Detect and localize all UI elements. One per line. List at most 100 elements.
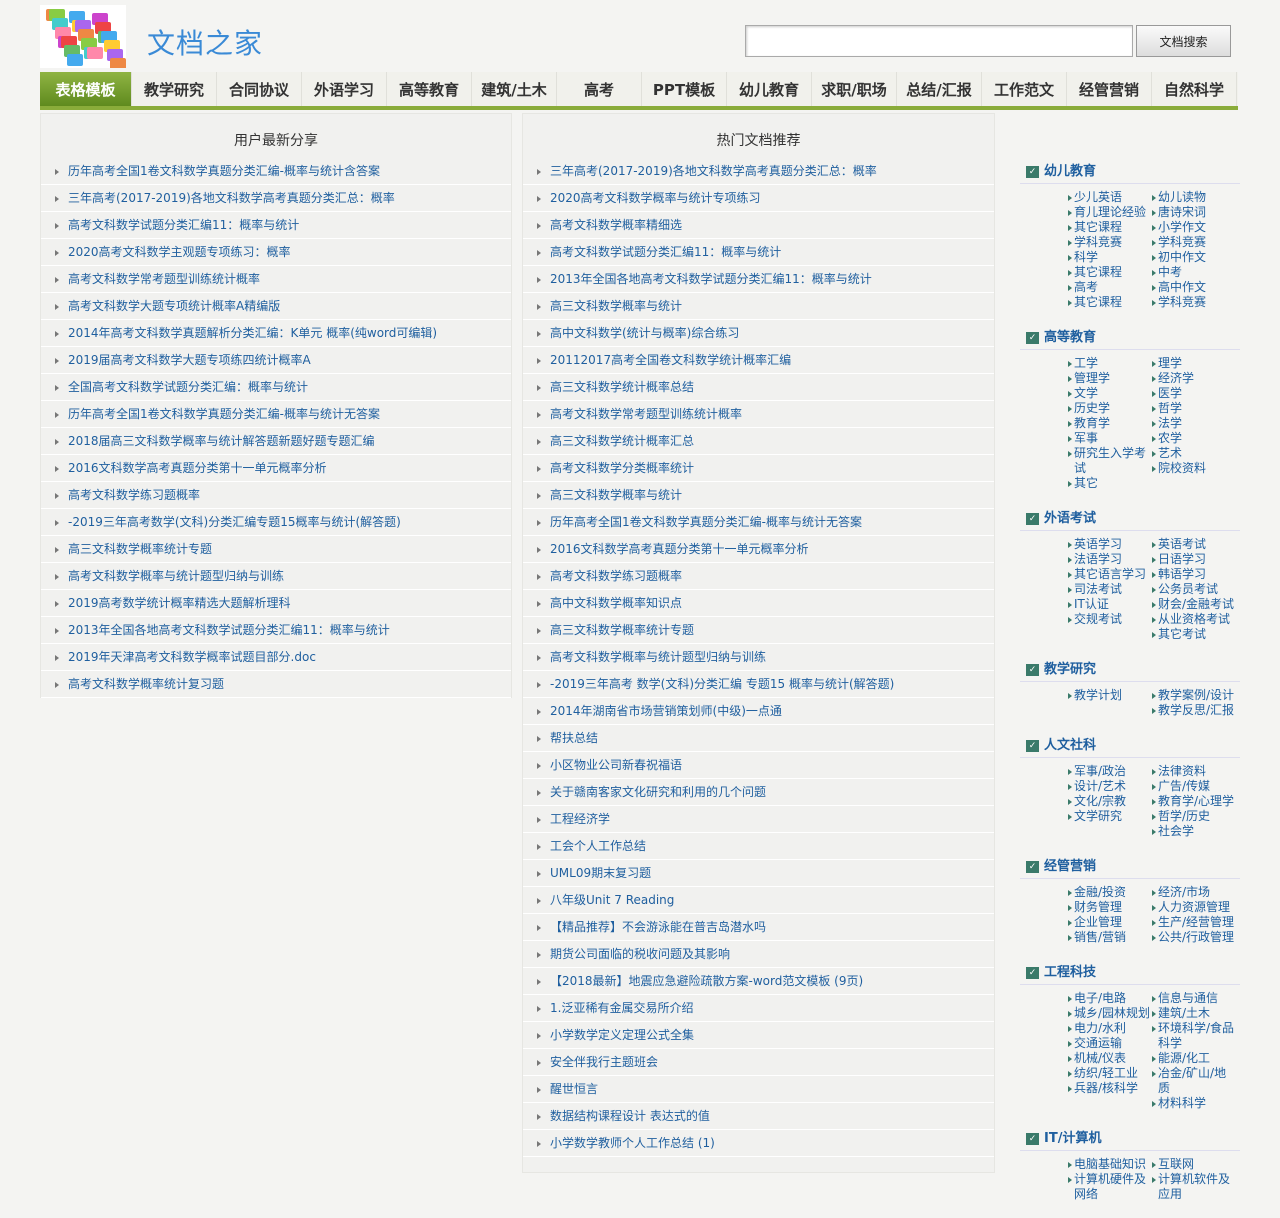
category-link[interactable]: 生产/经营管理 [1152, 915, 1236, 930]
category-link[interactable]: 公务员考试 [1152, 582, 1236, 597]
site-logo[interactable] [40, 5, 126, 68]
doc-link[interactable]: 2020高考文科数学概率与统计专项练习 [550, 191, 761, 205]
doc-link[interactable]: 高中文科数学概率知识点 [550, 596, 682, 610]
doc-link[interactable]: 八年级Unit 7 Reading [550, 893, 674, 907]
site-title[interactable]: 文档之家 [147, 22, 263, 62]
category-link[interactable]: 司法考试 [1068, 582, 1152, 597]
section-title[interactable]: 高等教育 [1044, 330, 1096, 345]
category-link[interactable]: 文学 [1068, 386, 1152, 401]
nav-tab[interactable]: 自然科学 [1152, 72, 1237, 106]
category-link[interactable]: 设计/艺术 [1068, 779, 1152, 794]
doc-link[interactable]: 历年高考全国1卷文科数学真题分类汇编-概率与统计无答案 [68, 407, 380, 421]
category-link[interactable]: IT认证 [1068, 597, 1152, 612]
sidebar-section-header[interactable]: ✓ 外语考试 [1020, 507, 1240, 531]
sidebar-section-header[interactable]: ✓ 经管营销 [1020, 855, 1240, 879]
category-link[interactable]: 科学 [1068, 250, 1152, 265]
category-link[interactable]: 电力/水利 [1068, 1021, 1152, 1036]
doc-link[interactable]: 【精品推荐】不会游泳能在普吉岛潜水吗 [550, 920, 766, 934]
doc-link[interactable]: 1.泛亚稀有金属交易所介绍 [550, 1001, 693, 1015]
doc-link[interactable]: 数据结构课程设计 表达式的值 [550, 1109, 710, 1123]
category-link[interactable]: 文化/宗教 [1068, 794, 1152, 809]
category-link[interactable]: 幼儿读物 [1152, 190, 1236, 205]
category-link[interactable]: 工学 [1068, 356, 1152, 371]
doc-link[interactable]: 2018届高三文科数学概率与统计解答题新题好题专题汇编 [68, 434, 375, 448]
doc-link[interactable]: -2019三年高考 数学(文科)分类汇编 专题15 概率与统计(解答题) [550, 677, 894, 691]
category-link[interactable]: 其它语言学习 [1068, 567, 1152, 582]
collapse-icon[interactable]: ✓ [1026, 966, 1039, 979]
doc-link[interactable]: 高考文科数学练习题概率 [68, 488, 200, 502]
category-link[interactable]: 法语学习 [1068, 552, 1152, 567]
doc-link[interactable]: 2014年高考文科数学真题解析分类汇编：K单元 概率(纯word可编辑) [68, 326, 437, 340]
doc-link[interactable]: 2019年天津高考文科数学概率试题目部分.doc [68, 650, 316, 664]
category-link[interactable]: 其它课程 [1068, 220, 1152, 235]
collapse-icon[interactable]: ✓ [1026, 165, 1039, 178]
collapse-icon[interactable]: ✓ [1026, 512, 1039, 525]
category-link[interactable]: 研究生入学考试 [1068, 446, 1152, 476]
category-link[interactable]: 法学 [1152, 416, 1236, 431]
category-link[interactable]: 电子/电路 [1068, 991, 1152, 1006]
category-link[interactable]: 计算机硬件及网络 [1068, 1172, 1152, 1202]
category-link[interactable]: 经济学 [1152, 371, 1236, 386]
sidebar-section-header[interactable]: ✓ IT/计算机 [1020, 1127, 1240, 1151]
category-link[interactable]: 文学研究 [1068, 809, 1152, 824]
doc-link[interactable]: 高考文科数学试题分类汇编11：概率与统计 [68, 218, 299, 232]
category-link[interactable]: 建筑/土木 [1152, 1006, 1236, 1021]
category-link[interactable]: 销售/营销 [1068, 930, 1152, 945]
doc-link[interactable]: UML09期末复习题 [550, 866, 651, 880]
category-link[interactable]: 哲学/历史 [1152, 809, 1236, 824]
category-link[interactable]: 历史学 [1068, 401, 1152, 416]
category-link[interactable]: 教学案例/设计 [1152, 688, 1236, 703]
doc-link[interactable]: 高三文科数学概率与统计 [550, 299, 682, 313]
category-link[interactable]: 学科竞赛 [1068, 235, 1152, 250]
category-link[interactable]: 唐诗宋词 [1152, 205, 1236, 220]
doc-link[interactable]: 全国高考文科数学试题分类汇编：概率与统计 [68, 380, 308, 394]
doc-link[interactable]: 20112017高考全国卷文科数学统计概率汇编 [550, 353, 791, 367]
nav-tab[interactable]: 高考 [557, 72, 642, 106]
category-link[interactable]: 院校资料 [1152, 461, 1236, 476]
category-link[interactable]: 公共/行政管理 [1152, 930, 1236, 945]
doc-link[interactable]: 历年高考全国1卷文科数学真题分类汇编-概率与统计无答案 [550, 515, 862, 529]
nav-tab[interactable]: 幼儿教育 [727, 72, 812, 106]
nav-tab[interactable]: 经管营销 [1067, 72, 1152, 106]
category-link[interactable]: 环境科学/食品科学 [1152, 1021, 1236, 1051]
nav-tab[interactable]: 求职/职场 [812, 72, 897, 106]
category-link[interactable]: 社会学 [1152, 824, 1236, 839]
category-link[interactable]: 交通运输 [1068, 1036, 1152, 1051]
doc-link[interactable]: 工程经济学 [550, 812, 610, 826]
category-link[interactable]: 军事/政治 [1068, 764, 1152, 779]
doc-link[interactable]: 期货公司面临的税收问题及其影响 [550, 947, 730, 961]
category-link[interactable]: 互联网 [1152, 1157, 1236, 1172]
category-link[interactable]: 纺织/轻工业 [1068, 1066, 1152, 1081]
category-link[interactable]: 人力资源管理 [1152, 900, 1236, 915]
category-link[interactable]: 学科竞赛 [1152, 295, 1236, 310]
section-title[interactable]: IT/计算机 [1044, 1131, 1101, 1146]
collapse-icon[interactable]: ✓ [1026, 1132, 1039, 1145]
doc-link[interactable]: 高中文科数学(统计与概率)综合练习 [550, 326, 739, 340]
category-link[interactable]: 从业资格考试 [1152, 612, 1236, 627]
search-input[interactable] [745, 25, 1133, 57]
doc-link[interactable]: 小区物业公司新春祝福语 [550, 758, 682, 772]
category-link[interactable]: 交规考试 [1068, 612, 1152, 627]
doc-link[interactable]: 小学数学教师个人工作总结 (1) [550, 1136, 715, 1150]
doc-link[interactable]: 2016文科数学高考真题分类第十一单元概率分析 [550, 542, 809, 556]
category-link[interactable]: 育儿理论经验 [1068, 205, 1152, 220]
doc-link[interactable]: 高三文科数学概率统计专题 [68, 542, 212, 556]
doc-link[interactable]: 高考文科数学大题专项统计概率A精编版 [68, 299, 280, 313]
collapse-icon[interactable]: ✓ [1026, 331, 1039, 344]
category-link[interactable]: 教学反思/汇报 [1152, 703, 1236, 718]
doc-link[interactable]: 2013年全国各地高考文科数学试题分类汇编11：概率与统计 [550, 272, 872, 286]
category-link[interactable]: 农学 [1152, 431, 1236, 446]
category-link[interactable]: 计算机软件及应用 [1152, 1172, 1236, 1202]
category-link[interactable]: 学科竞赛 [1152, 235, 1236, 250]
nav-tab[interactable]: 合同协议 [217, 72, 302, 106]
category-link[interactable]: 英语考试 [1152, 537, 1236, 552]
category-link[interactable]: 财务管理 [1068, 900, 1152, 915]
nav-tab[interactable]: 工作范文 [982, 72, 1067, 106]
doc-link[interactable]: 高考文科数学常考题型训练统计概率 [550, 407, 742, 421]
category-link[interactable]: 韩语学习 [1152, 567, 1236, 582]
nav-tab[interactable]: 外语学习 [302, 72, 387, 106]
category-link[interactable]: 军事 [1068, 431, 1152, 446]
category-link[interactable]: 金融/投资 [1068, 885, 1152, 900]
doc-link[interactable]: 2020高考文科数学主观题专项练习：概率 [68, 245, 291, 259]
category-link[interactable]: 机械/仪表 [1068, 1051, 1152, 1066]
